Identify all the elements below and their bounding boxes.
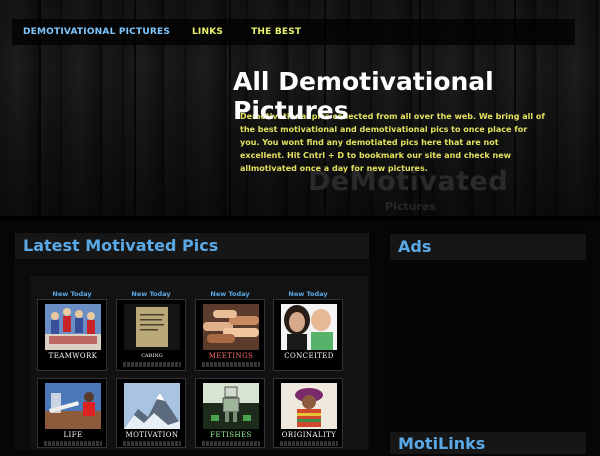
- gallery-item[interactable]: LIFE: [37, 378, 107, 448]
- robot-photo-icon: [203, 383, 259, 429]
- children-photo-icon: [281, 304, 337, 350]
- gallery-item[interactable]: MOTIVATION: [116, 378, 186, 448]
- gallery-item[interactable]: New Today MEETINGS: [195, 289, 265, 371]
- nav-demotivational-pictures[interactable]: DEMOTIVATIONAL PICTURES: [23, 27, 170, 37]
- poster-caption: LIFE: [63, 431, 83, 439]
- poster-subtext: [202, 362, 260, 367]
- poster-frame[interactable]: ORIGINALITY: [273, 378, 343, 448]
- poster-frame[interactable]: MEETINGS: [195, 299, 265, 371]
- poster-subtext: [280, 441, 338, 446]
- site-title: All Demotivational Pictures: [233, 67, 494, 125]
- poster-subtext: [202, 441, 260, 446]
- poster-frame[interactable]: FETISHES: [195, 378, 265, 448]
- latest-pics-heading: Latest Motivated Pics: [15, 233, 369, 259]
- nav-the-best[interactable]: THE BEST: [251, 27, 301, 37]
- poster-subtext: [123, 441, 181, 446]
- new-today-badge: New Today: [131, 290, 171, 298]
- poster-subtext: [44, 441, 102, 446]
- new-today-badge: New Today: [210, 290, 250, 298]
- gallery-item[interactable]: ORIGINALITY: [273, 378, 343, 448]
- poster-caption: FETISHES: [210, 431, 252, 439]
- poster-caption: ORIGINALITY: [281, 431, 337, 439]
- poster-caption: MEETINGS: [208, 352, 254, 360]
- poster-frame[interactable]: MOTIVATION: [116, 378, 186, 448]
- new-today-badge: New Today: [288, 290, 328, 298]
- sidebar: [385, 228, 585, 450]
- cheerleaders-photo-icon: [45, 304, 101, 350]
- poster-caption: MOTIVATION: [125, 431, 179, 439]
- header-divider: [0, 216, 600, 220]
- poster-subtext: [123, 362, 181, 367]
- poster-caption: TEAMWORK: [48, 352, 98, 360]
- mountain-photo-icon: [124, 383, 180, 429]
- poster-frame[interactable]: TEAMWORK: [37, 299, 107, 371]
- top-nav: DEMOTIVATIONAL PICTURES LINKS THE BEST: [12, 19, 575, 45]
- hands-photo-icon: [203, 304, 259, 350]
- costume-photo-icon: [281, 383, 337, 429]
- gallery-item[interactable]: New Today TEAMWORK: [37, 289, 107, 371]
- poster-caption: CONCEITED: [284, 352, 334, 360]
- hurdle-photo-icon: [45, 383, 101, 429]
- ads-heading: Ads: [390, 234, 586, 260]
- poster-frame[interactable]: CARING: [116, 299, 186, 371]
- poster-frame[interactable]: CONCEITED: [273, 299, 343, 371]
- poster-caption: CARING: [141, 353, 163, 359]
- motilinks-heading: MotiLinks: [390, 432, 586, 454]
- gallery-item[interactable]: New Today CARING: [116, 289, 186, 371]
- header-watermark-sub: Pictures: [385, 200, 436, 213]
- gallery-item[interactable]: New Today CONCEITED: [273, 289, 343, 371]
- poster-frame[interactable]: LIFE: [37, 378, 107, 448]
- nav-links[interactable]: LINKS: [192, 27, 223, 37]
- new-today-badge: New Today: [52, 290, 92, 298]
- note-photo-icon: [124, 304, 180, 350]
- gallery-item[interactable]: FETISHES: [195, 378, 265, 448]
